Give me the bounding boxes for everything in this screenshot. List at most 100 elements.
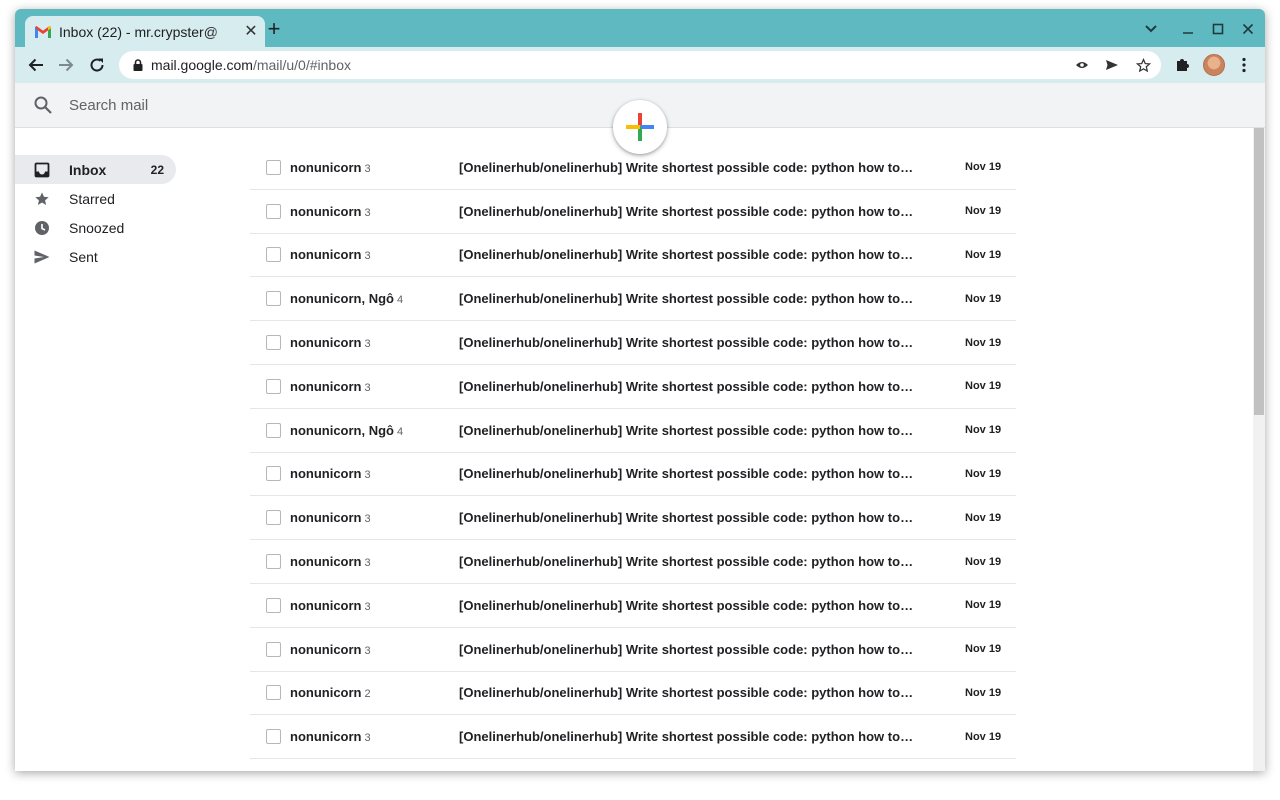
minimize-icon[interactable]	[1178, 19, 1198, 39]
extensions-puzzle-icon[interactable]	[1172, 55, 1192, 75]
email-sender: nonunicorn 2	[290, 685, 371, 701]
email-row[interactable]: nonunicorn 3 [Onelinerhub/onelinerhub] Wr…	[250, 453, 1016, 497]
email-date: Nov 19	[965, 380, 1002, 393]
reload-button[interactable]	[85, 53, 109, 77]
search-input[interactable]	[69, 94, 569, 116]
sidebar-item-label: Inbox	[69, 161, 107, 178]
select-checkbox[interactable]	[266, 378, 281, 394]
sidebar-item-snoozed[interactable]: Snoozed	[15, 213, 176, 242]
forward-arrow-icon	[59, 58, 74, 72]
select-checkbox[interactable]	[266, 466, 281, 482]
email-date: Nov 19	[965, 643, 1002, 656]
email-date: Nov 19	[965, 205, 1002, 218]
tab-close-icon[interactable]: ✕	[243, 23, 259, 40]
thread-count: 4	[396, 294, 404, 307]
send-tab-icon[interactable]	[1103, 56, 1121, 74]
select-checkbox[interactable]	[266, 729, 281, 745]
tab-search-icon[interactable]	[1141, 19, 1161, 39]
thread-count: 3	[364, 469, 371, 482]
gmail-icon	[35, 25, 51, 38]
sidebar-item-sent[interactable]: Sent	[15, 242, 176, 271]
tab-strip: Inbox (22) - mr.crypster@ ✕ +	[15, 9, 1265, 47]
bookmark-star-icon[interactable]	[1134, 56, 1152, 74]
select-checkbox[interactable]	[266, 554, 281, 570]
maximize-icon[interactable]	[1208, 19, 1228, 39]
email-date: Nov 19	[965, 686, 1002, 699]
email-row[interactable]: nonunicorn 3 [Onelinerhub/onelinerhub] Wr…	[250, 715, 1016, 760]
plus-icon	[626, 113, 654, 141]
email-date: Nov 19	[965, 161, 1002, 174]
thread-count: 3	[364, 513, 371, 526]
browser-tab-gmail[interactable]: Inbox (22) - mr.crypster@ ✕	[25, 16, 265, 47]
new-tab-button[interactable]: +	[264, 18, 284, 40]
email-subject: [Onelinerhub/onelinerhub] Write shortest…	[459, 685, 915, 701]
email-list: nonunicorn 3 [Onelinerhub/onelinerhub] Wr…	[250, 146, 1016, 760]
email-sender: nonunicorn, Ngô 4	[290, 422, 404, 438]
thread-count: 3	[364, 338, 371, 351]
email-row[interactable]: nonunicorn 3 [Onelinerhub/onelinerhub] Wr…	[250, 234, 1016, 278]
select-checkbox[interactable]	[266, 422, 281, 438]
email-row[interactable]: nonunicorn 3 [Onelinerhub/onelinerhub] Wr…	[250, 496, 1016, 541]
email-date: Nov 19	[965, 555, 1002, 568]
forward-button[interactable]	[54, 53, 78, 77]
email-row[interactable]: nonunicorn 3 [Onelinerhub/onelinerhub] Wr…	[250, 365, 1016, 409]
more-menu-icon[interactable]	[1234, 55, 1254, 75]
email-row[interactable]: nonunicorn, Ngô 4 [Onelinerhub/onelinerhu…	[250, 409, 1016, 453]
email-row[interactable]: nonunicorn 3 [Onelinerhub/onelinerhub] Wr…	[250, 628, 1016, 672]
email-sender: nonunicorn 3	[290, 641, 371, 657]
select-checkbox[interactable]	[266, 159, 281, 175]
profile-avatar[interactable]	[1203, 54, 1225, 76]
star-icon	[33, 190, 51, 208]
sidebar-item-label: Snoozed	[69, 219, 125, 236]
url-text: mail.google.com/mail/u/0/#inbox	[151, 57, 351, 73]
thread-count: 3	[364, 206, 371, 219]
email-row[interactable]: nonunicorn, Ngô 4 [Onelinerhub/onelinerhu…	[250, 277, 1016, 322]
thread-count: 3	[364, 250, 371, 263]
search-icon[interactable]	[33, 95, 53, 115]
email-date: Nov 19	[965, 511, 1002, 524]
select-checkbox[interactable]	[266, 291, 281, 307]
email-row[interactable]: nonunicorn 3 [Onelinerhub/onelinerhub] Wr…	[250, 321, 1016, 365]
address-bar[interactable]: mail.google.com/mail/u/0/#inbox	[119, 51, 1161, 79]
select-checkbox[interactable]	[266, 510, 281, 526]
email-row[interactable]: nonunicorn 3 [Onelinerhub/onelinerhub] Wr…	[250, 190, 1016, 234]
email-date: Nov 19	[965, 424, 1002, 437]
thread-count: 3	[364, 600, 371, 613]
select-checkbox[interactable]	[266, 335, 281, 351]
email-subject: [Onelinerhub/onelinerhub] Write shortest…	[459, 247, 915, 263]
email-date: Nov 19	[965, 336, 1002, 349]
email-sender: nonunicorn 3	[290, 554, 371, 570]
email-sender: nonunicorn 3	[290, 729, 371, 745]
email-subject: [Onelinerhub/onelinerhub] Write shortest…	[459, 597, 915, 613]
select-checkbox[interactable]	[266, 685, 281, 701]
sidebar-item-starred[interactable]: Starred	[15, 184, 176, 213]
thread-count: 3	[364, 162, 371, 175]
email-date: Nov 19	[965, 292, 1002, 305]
select-checkbox[interactable]	[266, 203, 281, 219]
send-icon	[33, 248, 51, 266]
email-subject: [Onelinerhub/onelinerhub] Write shortest…	[459, 378, 915, 394]
email-subject: [Onelinerhub/onelinerhub] Write shortest…	[459, 203, 915, 219]
email-row[interactable]: nonunicorn 2 [Onelinerhub/onelinerhub] Wr…	[250, 672, 1016, 716]
back-button[interactable]	[24, 53, 48, 77]
scrollbar-thumb[interactable]	[1254, 128, 1264, 415]
sidebar-item-inbox[interactable]: Inbox 22	[15, 155, 176, 184]
select-checkbox[interactable]	[266, 641, 281, 657]
compose-button[interactable]	[613, 100, 667, 154]
reload-icon	[90, 58, 104, 72]
email-subject: [Onelinerhub/onelinerhub] Write shortest…	[459, 159, 915, 175]
email-sender: nonunicorn, Ngô 4	[290, 291, 404, 307]
eye-icon[interactable]	[1073, 56, 1091, 74]
email-subject: [Onelinerhub/onelinerhub] Write shortest…	[459, 554, 915, 570]
close-window-icon[interactable]	[1238, 19, 1258, 39]
tab-title: Inbox (22) - mr.crypster@	[59, 23, 218, 40]
email-sender: nonunicorn 3	[290, 466, 371, 482]
inbox-icon	[33, 161, 51, 179]
email-subject: [Onelinerhub/onelinerhub] Write shortest…	[459, 510, 915, 526]
select-checkbox[interactable]	[266, 597, 281, 613]
email-row[interactable]: nonunicorn 3 [Onelinerhub/onelinerhub] Wr…	[250, 540, 1016, 584]
select-checkbox[interactable]	[266, 247, 281, 263]
thread-count: 3	[364, 381, 371, 394]
email-row[interactable]: nonunicorn 3 [Onelinerhub/onelinerhub] Wr…	[250, 584, 1016, 628]
lock-icon	[133, 59, 143, 71]
